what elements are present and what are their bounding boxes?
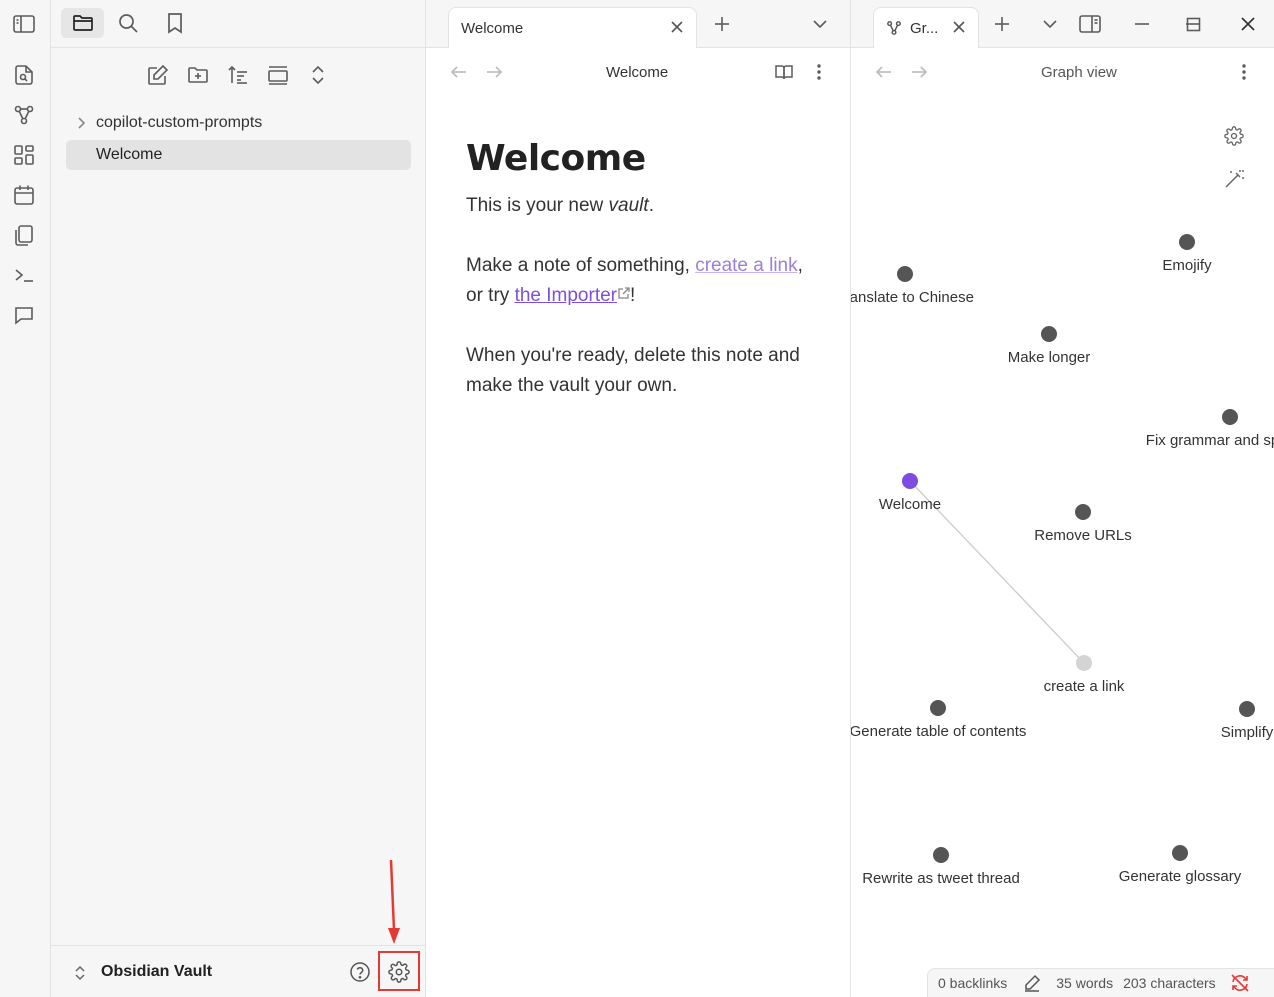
help-icon[interactable] [346, 958, 374, 986]
file-label: Welcome [96, 146, 163, 163]
graph-node-label[interactable]: Generate glossary [1119, 868, 1242, 885]
graph-node-label[interactable]: Rewrite as tweet thread [862, 870, 1020, 887]
files-icon[interactable] [61, 8, 104, 38]
graph-node[interactable] [1179, 234, 1195, 250]
character-count: 203 characters [1123, 975, 1216, 991]
graph-tab-icon [886, 20, 902, 36]
more-options-icon[interactable] [1231, 59, 1257, 85]
graph-node[interactable] [1041, 326, 1057, 342]
maximize-window-icon[interactable] [1180, 11, 1206, 37]
file-welcome[interactable]: Welcome [66, 140, 411, 170]
note-heading: Welcome [466, 138, 646, 179]
internal-link-create-a-link[interactable]: create a link [695, 255, 797, 276]
search-icon[interactable] [108, 8, 148, 38]
forward-arrow-icon[interactable] [481, 59, 507, 85]
graph-canvas[interactable]: Translate to Chinese Emojify Make longer Fi… [851, 96, 1274, 966]
graph-node[interactable] [1076, 655, 1092, 671]
word-count: 35 words [1056, 975, 1114, 991]
text-span: . [648, 195, 654, 216]
folder-copilot-custom-prompts[interactable]: copilot-custom-prompts [66, 108, 411, 138]
graph-tab-bar: Gr... [851, 0, 1274, 48]
backlinks-count[interactable]: 0 backlinks [938, 975, 1007, 991]
graph-view-icon[interactable] [11, 102, 37, 128]
note-paragraph-1: This is your new vault. [466, 191, 816, 221]
graph-node[interactable] [1222, 409, 1238, 425]
status-bar: 0 backlinks 35 words 203 characters [927, 968, 1274, 997]
tab-list-chevron-down-icon[interactable] [1037, 11, 1063, 37]
tab-title: Gr... [910, 19, 939, 37]
settings-highlight-box [378, 951, 420, 991]
note-paragraph-3: When you're ready, delete this note and … [466, 345, 800, 396]
close-window-icon[interactable] [1235, 11, 1261, 37]
graph-node[interactable] [897, 266, 913, 282]
text-span: This is your new [466, 195, 609, 216]
folder-label: copilot-custom-prompts [96, 114, 263, 131]
graph-node-label[interactable]: Make longer [1008, 349, 1091, 366]
new-tab-icon[interactable] [989, 11, 1015, 37]
vault-name[interactable]: Obsidian Vault [101, 963, 212, 981]
text-span: Make a note of something, [466, 255, 696, 276]
editor-pane: Welcome Welcome Welcome This is your new… [426, 0, 851, 997]
more-options-icon[interactable] [806, 59, 832, 85]
graph-node-label[interactable]: Generate table of contents [851, 723, 1026, 740]
graph-node[interactable] [1075, 504, 1091, 520]
tab-list-chevron-down-icon[interactable] [807, 11, 833, 37]
tab-title: Welcome [461, 19, 524, 37]
graph-node[interactable] [930, 700, 946, 716]
graph-node-label[interactable]: Emojify [1162, 257, 1211, 274]
toggle-sidebar-icon[interactable] [11, 11, 37, 37]
annotation-arrow-icon [388, 859, 400, 944]
tab-graph-view[interactable]: Gr... [873, 7, 979, 48]
view-header-title[interactable]: Welcome [606, 64, 668, 81]
reading-view-book-icon[interactable] [771, 59, 797, 85]
vault-switcher-chevron-icon[interactable] [73, 964, 87, 982]
file-explorer-sidebar: copilot-custom-prompts Welcome Obsidian … [51, 0, 426, 997]
sync-disabled-icon[interactable] [1230, 974, 1250, 992]
editor-tab-bar: Welcome [426, 0, 850, 48]
tab-welcome[interactable]: Welcome [448, 7, 697, 48]
external-link-icon [617, 287, 630, 300]
bookmarks-icon[interactable] [155, 8, 195, 38]
collapse-all-icon[interactable] [305, 62, 331, 88]
graph-node[interactable] [902, 473, 918, 489]
graph-node-label[interactable]: Fix grammar and spelling [1146, 432, 1274, 449]
auto-reveal-icon[interactable] [265, 62, 291, 88]
external-link-importer[interactable]: the Importer [515, 285, 617, 306]
close-tab-icon[interactable] [670, 20, 684, 34]
new-note-icon[interactable] [145, 62, 171, 88]
close-tab-icon[interactable] [952, 20, 966, 34]
open-quick-switcher-icon[interactable] [11, 62, 37, 88]
left-ribbon [0, 0, 51, 997]
graph-node[interactable] [1239, 701, 1255, 717]
graph-node-label[interactable]: Welcome [879, 496, 941, 513]
toggle-right-sidebar-icon[interactable] [1077, 11, 1103, 37]
graph-view-title[interactable]: Graph view [1041, 64, 1117, 81]
sort-icon[interactable] [225, 62, 251, 88]
graph-node-label[interactable]: Simplify [1221, 724, 1274, 741]
graph-node[interactable] [933, 847, 949, 863]
graph-node-label[interactable]: Translate to Chinese [851, 289, 974, 306]
note-body[interactable]: Welcome This is your new vault. Make a n… [466, 138, 816, 431]
templates-icon[interactable] [11, 222, 37, 248]
note-paragraph-2: Make a note of something, create a link,… [466, 251, 816, 311]
back-arrow-icon[interactable] [871, 59, 897, 85]
text-span: ! [630, 285, 636, 306]
chevron-right-icon [66, 116, 96, 130]
sidebar-tab-header [51, 0, 425, 48]
graph-node-label[interactable]: create a link [1044, 678, 1125, 695]
forward-arrow-icon[interactable] [906, 59, 932, 85]
vault-switcher-bar: Obsidian Vault [51, 945, 425, 997]
new-folder-icon[interactable] [185, 62, 211, 88]
back-arrow-icon[interactable] [446, 59, 472, 85]
chat-icon[interactable] [11, 302, 37, 328]
new-tab-icon[interactable] [709, 11, 735, 37]
command-palette-icon[interactable] [11, 262, 37, 288]
graph-node-label[interactable]: Remove URLs [1034, 527, 1132, 544]
daily-notes-icon[interactable] [11, 182, 37, 208]
minimize-window-icon[interactable] [1129, 11, 1155, 37]
canvas-icon[interactable] [11, 142, 37, 168]
graph-node[interactable] [1172, 845, 1188, 861]
emphasis-text: vault [608, 195, 649, 216]
edit-pencil-icon[interactable] [1023, 974, 1041, 992]
